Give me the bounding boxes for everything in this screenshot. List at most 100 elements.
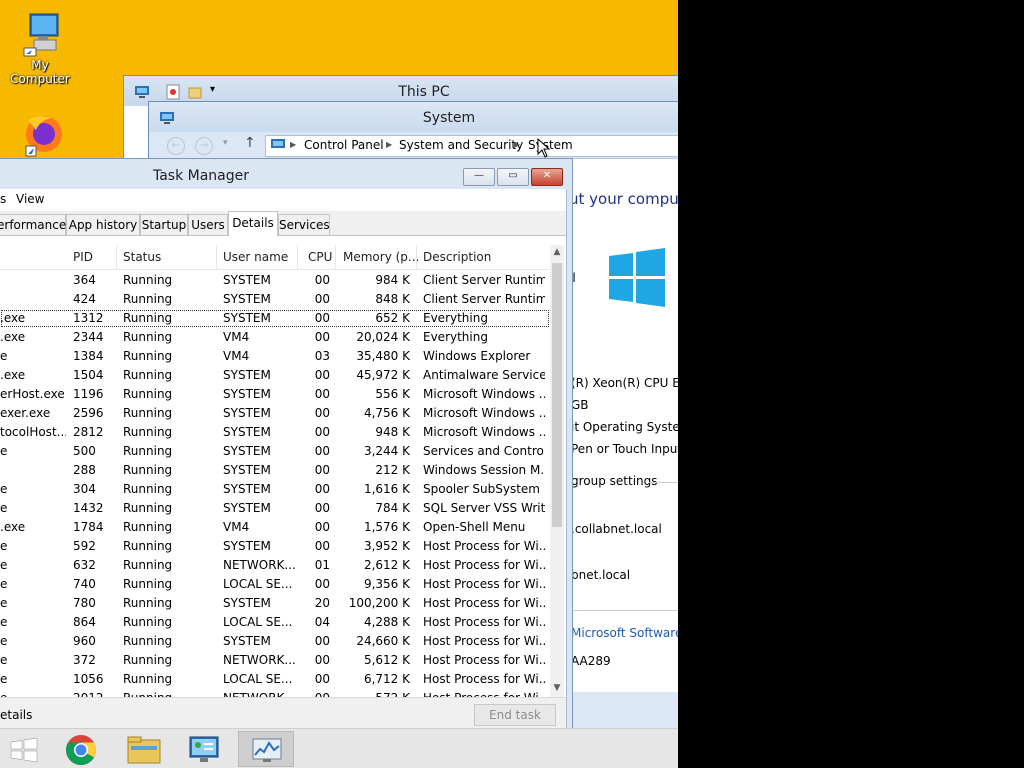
cell-memory: 45,972 K <box>356 368 410 382</box>
forward-icon[interactable]: → <box>195 137 213 155</box>
cell-pid: 288 <box>73 463 96 477</box>
table-row[interactable]: .exe 1312 Running SYSTEM 00 652 K Everything <box>0 309 550 328</box>
table-row[interactable]: erHost.exe 1196 Running SYSTEM 00 556 K Micros… <box>0 385 550 404</box>
task-manager-window[interactable]: Task Manager — ▭ ✕ s View erformance App… <box>0 158 573 731</box>
menu-options[interactable]: s <box>0 192 6 206</box>
table-row[interactable]: .exe 1784 Running VM4 00 1,576 K Open-Shell Me… <box>0 518 550 537</box>
table-row[interactable]: e 500 Running SYSTEM 00 3,244 K Services and C… <box>0 442 550 461</box>
desktop-icon-firefox[interactable] <box>0 110 80 158</box>
tab-users[interactable]: Users <box>188 214 228 235</box>
column-header-cpu[interactable]: CPU <box>308 250 332 264</box>
breadcrumb-control-panel[interactable]: Control Panel <box>304 138 384 152</box>
cell-memory: 20,024 K <box>356 330 410 344</box>
desktop: My Computer ▾ This PC System ← → ▾ ↑ ▶ C… <box>0 0 678 768</box>
menu-view[interactable]: View <box>16 192 44 206</box>
cell-memory: 1,616 K <box>363 482 410 496</box>
cell-name: e <box>0 615 8 629</box>
table-row[interactable]: .exe 2344 Running VM4 00 20,024 K Everything <box>0 328 550 347</box>
recent-locations-icon[interactable]: ▾ <box>223 138 228 148</box>
breadcrumb-separator-icon[interactable]: ▶ <box>290 140 296 149</box>
cell-description: Host Process for Wi... <box>423 577 545 591</box>
table-row[interactable]: e 864 Running LOCAL SE... 04 4,288 K Host Proc… <box>0 613 550 632</box>
fewer-details-link[interactable]: etails <box>0 708 32 722</box>
start-button[interactable] <box>0 731 56 767</box>
cell-name: tocolHost... <box>0 425 66 439</box>
table-row[interactable]: e 1056 Running LOCAL SE... 00 6,712 K Host Pro… <box>0 670 550 689</box>
tab-startup[interactable]: Startup <box>140 214 188 235</box>
table-row[interactable]: e 304 Running SYSTEM 00 1,616 K Spooler SubSys… <box>0 480 550 499</box>
cell-memory: 4,756 K <box>363 406 410 420</box>
column-divider[interactable] <box>335 245 336 269</box>
breadcrumb-system-security[interactable]: System and Security <box>399 138 523 152</box>
tab-services[interactable]: Services <box>278 214 330 235</box>
table-row[interactable]: 424 Running SYSTEM 00 848 K Client Server Run… <box>0 290 550 309</box>
cell-user: SYSTEM <box>223 292 271 306</box>
back-icon[interactable]: ← <box>167 137 185 155</box>
cell-pid: 1432 <box>73 501 104 515</box>
column-header-user-name[interactable]: User name <box>223 250 288 264</box>
desktop-icon-my-computer[interactable]: My Computer <box>0 10 80 86</box>
breadcrumb-separator-icon[interactable]: ▶ <box>514 140 520 149</box>
table-row[interactable]: e 1432 Running SYSTEM 00 784 K SQL Server VSS … <box>0 499 550 518</box>
system-titlebar[interactable]: System <box>149 102 678 132</box>
control-panel-breadcrumb-icon <box>271 139 285 148</box>
scrollbar-thumb[interactable] <box>552 263 562 527</box>
scroll-down-icon[interactable]: ▼ <box>550 681 564 695</box>
cell-cpu: 00 <box>314 273 330 287</box>
table-row[interactable]: e2012RunningNETWORK...00572 KHost Proces… <box>0 689 550 697</box>
table-row[interactable]: 364 Running SYSTEM 00 984 K Client Server Run… <box>0 271 550 290</box>
tab-app-history[interactable]: App history <box>66 214 140 235</box>
vertical-scrollbar[interactable]: ▲ ▼ <box>550 245 564 697</box>
address-bar[interactable]: ▶ Control Panel ▶ System and Security ▶ … <box>265 135 678 157</box>
column-header-memory[interactable]: Memory (p... <box>343 250 419 264</box>
cell-name: exer.exe <box>0 406 51 420</box>
column-header-status[interactable]: Status <box>123 250 161 264</box>
table-row[interactable]: e 740 Running LOCAL SE... 00 9,356 K Host Proc… <box>0 575 550 594</box>
cell-cpu: 00 <box>314 634 330 648</box>
cell-memory: 100,200 K <box>348 596 410 610</box>
up-icon[interactable]: ↑ <box>244 135 256 151</box>
table-row[interactable]: e 632 Running NETWORK... 01 2,612 K Host Proce… <box>0 556 550 575</box>
task-manager-footer: etails End task <box>0 697 566 730</box>
taskbar-file-explorer[interactable] <box>116 731 172 767</box>
taskbar-chrome[interactable] <box>54 731 110 767</box>
taskbar-task-manager[interactable] <box>238 731 294 767</box>
group-settings-divider <box>649 482 678 483</box>
column-header-description[interactable]: Description <box>423 250 491 264</box>
scroll-up-icon[interactable]: ▲ <box>550 245 564 259</box>
close-button[interactable]: ✕ <box>531 168 563 186</box>
breadcrumb-separator-icon[interactable]: ▶ <box>386 140 392 149</box>
column-divider[interactable] <box>216 245 217 269</box>
table-row[interactable]: e 372 Running NETWORK... 00 5,612 K Host Proce… <box>0 651 550 670</box>
table-row[interactable]: e 960 Running SYSTEM 00 24,660 K Host Process … <box>0 632 550 651</box>
table-header: PID Status User name CPU Memory (p... De… <box>0 245 550 270</box>
tab-details[interactable]: Details <box>228 211 278 236</box>
table-row[interactable]: .exe 1504 Running SYSTEM 00 45,972 K Antimalwa… <box>0 366 550 385</box>
cell-status: Running <box>123 672 173 686</box>
minimize-button[interactable]: — <box>463 168 495 186</box>
cell-memory: 3,244 K <box>363 444 410 458</box>
end-task-button[interactable]: End task <box>474 704 556 726</box>
table-row[interactable]: e 780 Running SYSTEM 20 100,200 K Host Process… <box>0 594 550 613</box>
task-manager-titlebar[interactable]: Task Manager — ▭ ✕ <box>0 159 572 189</box>
column-divider[interactable] <box>116 245 117 269</box>
cell-name: e <box>0 482 8 496</box>
table-row[interactable]: tocolHost... 2812 Running SYSTEM 00 948 K Micr… <box>0 423 550 442</box>
table-row[interactable]: 288 Running SYSTEM 00 212 K Windows Session M… <box>0 461 550 480</box>
license-terms-link[interactable]: Microsoft Software L <box>571 626 678 640</box>
domain-value: bnet.local <box>571 568 631 582</box>
maximize-button[interactable]: ▭ <box>497 168 529 186</box>
cell-name: e <box>0 596 8 610</box>
column-header-pid[interactable]: PID <box>73 250 93 264</box>
taskbar-control-panel[interactable] <box>176 731 232 767</box>
cell-pid: 1384 <box>73 349 104 363</box>
column-divider[interactable] <box>297 245 298 269</box>
table-row[interactable]: exer.exe 2596 Running SYSTEM 00 4,756 K Micros… <box>0 404 550 423</box>
cell-description: Everything <box>423 311 488 325</box>
column-divider[interactable] <box>416 245 417 269</box>
table-row[interactable]: e 1384 Running VM4 03 35,480 K Windows Explore… <box>0 347 550 366</box>
cell-status: Running <box>123 482 173 496</box>
table-row[interactable]: e 592 Running SYSTEM 00 3,952 K Host Process f… <box>0 537 550 556</box>
full-computer-name-value: .collabnet.local <box>571 522 662 536</box>
tab-performance[interactable]: erformance <box>0 214 66 235</box>
